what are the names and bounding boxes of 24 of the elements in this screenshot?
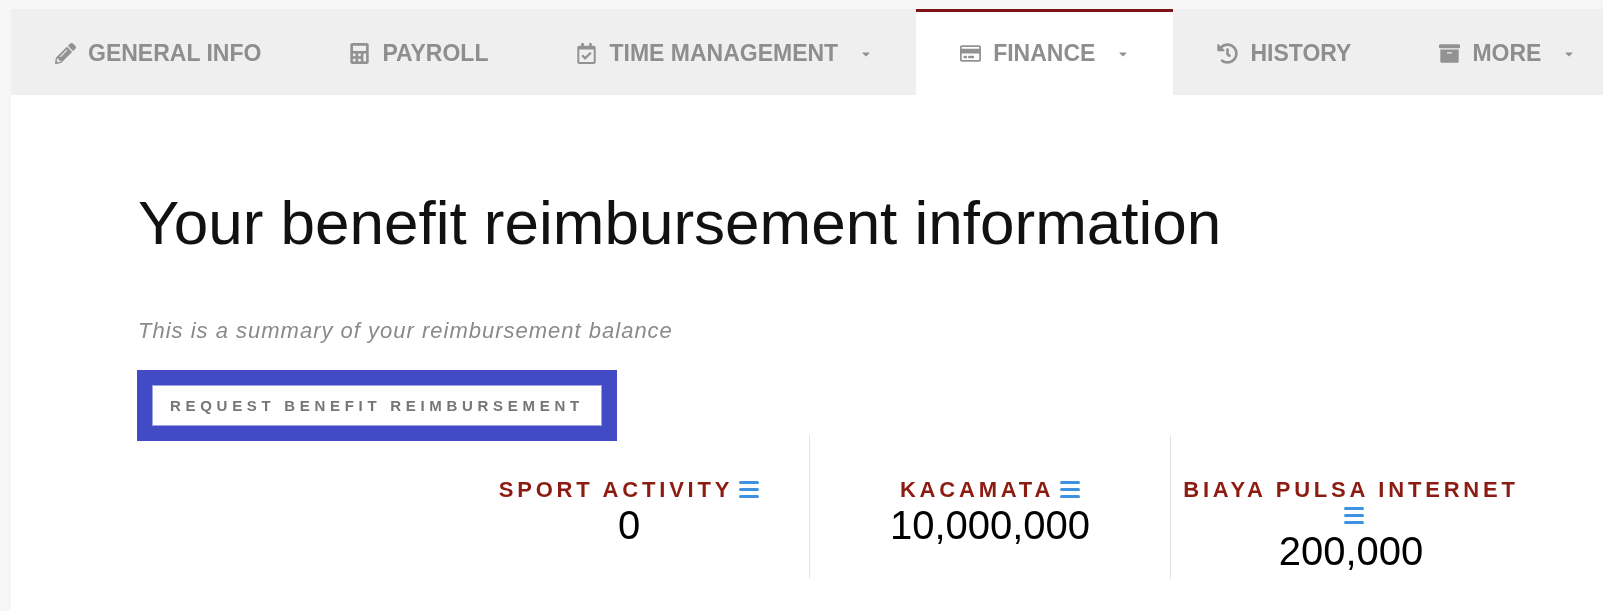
- benefit-label: SPORT ACTIVITY: [498, 477, 734, 503]
- calculator-icon: [349, 43, 371, 64]
- benefit-label: KACAMATA: [899, 477, 1055, 503]
- summary-text: This is a summary of your reimbursement balance: [138, 318, 673, 345]
- calendar-check-icon: [576, 43, 598, 64]
- benefit-amount: 200,000: [1277, 531, 1425, 572]
- nav-tab[interactable]: PAYROLL: [305, 9, 533, 95]
- benefit-label: BIAYA PULSA INTERNET: [1183, 477, 1519, 503]
- menu-icon[interactable]: [1060, 481, 1081, 499]
- menu-icon[interactable]: [739, 481, 760, 499]
- nav-tab[interactable]: FINANCE: [916, 9, 1174, 95]
- benefit-amount: 0: [616, 505, 642, 546]
- nav-tab[interactable]: MORE: [1395, 9, 1603, 95]
- page-heading: Your benefit reimbursement information: [138, 188, 1222, 259]
- benefit-amount: 10,000,000: [888, 505, 1092, 546]
- clock-arrow-icon: [1217, 43, 1239, 64]
- nav-tab[interactable]: HISTORY: [1173, 9, 1396, 95]
- archive-box-icon: [1439, 43, 1461, 64]
- nav-tab[interactable]: GENERAL INFO: [11, 9, 306, 95]
- pencil-icon: [55, 43, 76, 64]
- nav-tab[interactable]: TIME MANAGEMENT: [532, 9, 917, 95]
- request-reimbursement-button[interactable]: REQUEST BENEFIT REIMBURSEMENT: [137, 370, 617, 442]
- credit-card-icon: [960, 43, 982, 64]
- menu-icon[interactable]: [1344, 507, 1364, 525]
